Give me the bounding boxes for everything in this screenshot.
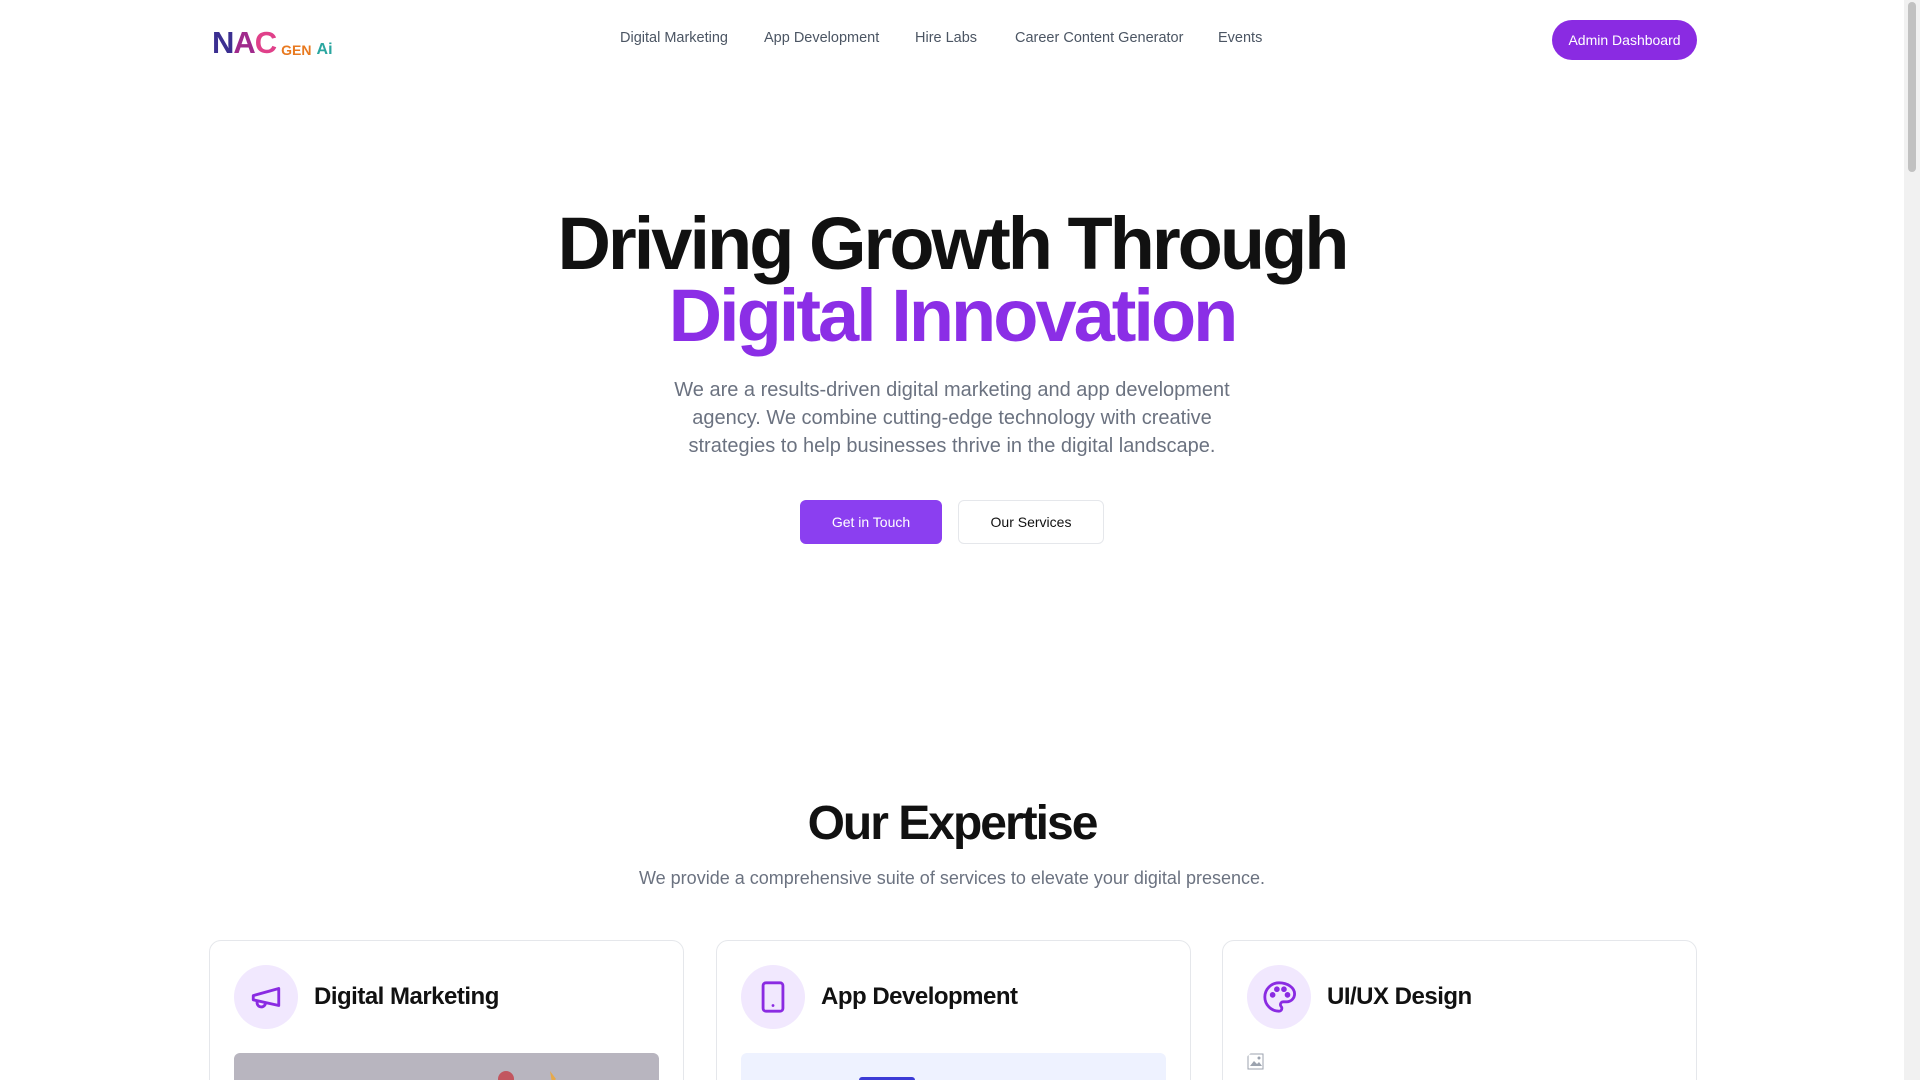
vertical-scrollbar[interactable]	[1904, 0, 1920, 1080]
card-image	[741, 1053, 1166, 1080]
card-image	[234, 1053, 659, 1080]
hero-title-line2: Digital Innovation	[668, 274, 1239, 357]
expertise-title: Our Expertise	[807, 797, 1099, 850]
card-title: Digital Marketing	[314, 983, 499, 1010]
our-services-button[interactable]: Our Services	[958, 500, 1104, 544]
hero-title-line1: Driving Growth Through	[557, 202, 1349, 285]
service-card-ui-ux-design[interactable]: UI/UX Design	[1222, 940, 1697, 1080]
logo[interactable]: NAC GEN Ai	[212, 24, 333, 58]
site-header: NAC GEN Ai Digital Marketing App Develop…	[0, 0, 1904, 80]
broken-image-icon	[1247, 1053, 1267, 1073]
card-title: UI/UX Design	[1327, 983, 1472, 1010]
palette-icon	[1247, 965, 1311, 1029]
nav-career-content-generator[interactable]: Career Content Generator	[1015, 30, 1183, 46]
service-card-digital-marketing[interactable]: Digital Marketing	[209, 940, 684, 1080]
service-card-app-development[interactable]: App Development	[716, 940, 1191, 1080]
admin-dashboard-button[interactable]: Admin Dashboard	[1552, 20, 1697, 60]
logo-wordmark: NAC	[212, 25, 277, 60]
megaphone-icon	[234, 965, 298, 1029]
scrollbar-thumb[interactable]	[1908, 2, 1916, 172]
expertise-subtitle: We provide a comprehensive suite of serv…	[639, 868, 1265, 888]
get-in-touch-button[interactable]: Get in Touch	[800, 500, 942, 544]
nav-app-development[interactable]: App Development	[764, 30, 879, 46]
logo-ai: Ai	[316, 41, 333, 58]
hero-subtitle: We are a results-driven digital marketin…	[674, 379, 1230, 457]
card-title: App Development	[821, 983, 1018, 1010]
nav-hire-labs[interactable]: Hire Labs	[915, 30, 977, 46]
nav-events[interactable]: Events	[1218, 30, 1262, 46]
page: NAC GEN Ai Digital Marketing App Develop…	[0, 0, 1904, 1080]
tablet-icon	[741, 965, 805, 1029]
logo-gen: GEN	[281, 42, 312, 58]
nav-digital-marketing[interactable]: Digital Marketing	[620, 30, 728, 46]
